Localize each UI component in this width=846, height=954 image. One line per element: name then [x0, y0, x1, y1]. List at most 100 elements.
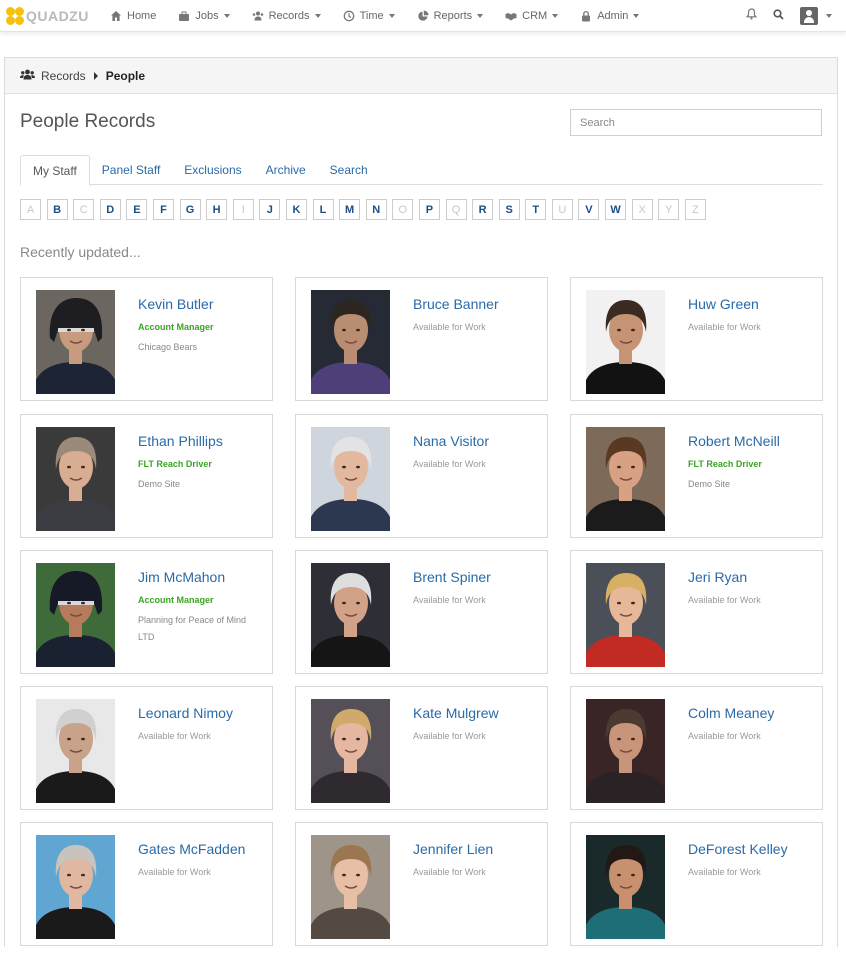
letter-filter-d[interactable]: D	[99, 199, 121, 220]
nav-item-admin[interactable]: Admin	[580, 10, 640, 22]
person-card[interactable]: Kate Mulgrew Available for Work	[295, 686, 548, 810]
nav-item-label: Jobs	[195, 10, 219, 22]
nav-item-label: Reports	[433, 10, 473, 22]
user-avatar-icon	[800, 7, 818, 25]
letter-filter-l[interactable]: L	[312, 199, 334, 220]
person-name-link[interactable]: Kevin Butler	[138, 296, 213, 312]
breadcrumb-records-link[interactable]: Records	[41, 69, 86, 83]
person-card[interactable]: Jeri Ryan Available for Work	[570, 550, 823, 674]
person-card[interactable]: Jennifer Lien Available for Work	[295, 822, 548, 946]
person-photo[interactable]	[36, 835, 115, 939]
nav-item-reports[interactable]: Reports	[417, 10, 484, 22]
person-organisation: Demo Site	[138, 479, 181, 489]
person-card[interactable]: Robert McNeill FLT Reach Driver Demo Site	[570, 414, 823, 538]
tab-search[interactable]: Search	[318, 155, 380, 185]
recently-updated-heading: Recently updated...	[20, 244, 141, 260]
letter-filter-e[interactable]: E	[126, 199, 148, 220]
nav-item-crm[interactable]: CRM	[505, 10, 559, 22]
person-photo[interactable]	[36, 427, 115, 531]
letter-filter-n[interactable]: N	[365, 199, 387, 220]
letter-filter-w[interactable]: W	[605, 199, 627, 220]
person-status: Available for Work	[688, 595, 761, 605]
alphabet-filter: ABCDEFGHIJKLMNOPQRSTUVWXYZ	[20, 199, 706, 220]
person-status: Available for Work	[413, 867, 486, 877]
person-photo[interactable]	[586, 427, 665, 531]
person-name-link[interactable]: Leonard Nimoy	[138, 705, 233, 721]
person-name-link[interactable]: Brent Spiner	[413, 569, 491, 585]
nav-item-label: Records	[268, 10, 310, 22]
letter-filter-r[interactable]: R	[472, 199, 494, 220]
person-photo[interactable]	[311, 290, 390, 394]
lock-icon	[580, 10, 592, 22]
person-card[interactable]: Ethan Phillips FLT Reach Driver Demo Site	[20, 414, 273, 538]
letter-filter-b[interactable]: B	[46, 199, 68, 220]
person-card[interactable]: Brent Spiner Available for Work	[295, 550, 548, 674]
handshake-icon	[505, 10, 517, 22]
person-name-link[interactable]: Jeri Ryan	[688, 569, 747, 585]
tab-my-staff[interactable]: My Staff	[20, 155, 90, 186]
letter-filter-p[interactable]: P	[418, 199, 440, 220]
person-card[interactable]: DeForest Kelley Available for Work	[570, 822, 823, 946]
person-card[interactable]: Huw Green Available for Work	[570, 277, 823, 401]
letter-filter-x: X	[631, 199, 653, 220]
chevron-down-icon	[826, 14, 832, 18]
person-photo[interactable]	[36, 699, 115, 803]
person-photo[interactable]	[311, 427, 390, 531]
person-name-link[interactable]: Kate Mulgrew	[413, 705, 499, 721]
person-card[interactable]: Jim McMahon Account Manager Planning for P…	[20, 550, 273, 674]
letter-filter-g[interactable]: G	[179, 199, 201, 220]
person-photo[interactable]	[586, 699, 665, 803]
person-status: Available for Work	[138, 867, 211, 877]
user-menu-button[interactable]	[800, 7, 832, 25]
person-organisation: Chicago Bears	[138, 342, 198, 352]
person-name-link[interactable]: Robert McNeill	[688, 433, 780, 449]
nav-item-jobs[interactable]: Jobs	[178, 10, 230, 22]
person-name-link[interactable]: Gates McFadden	[138, 841, 245, 857]
person-name-link[interactable]: Nana Visitor	[413, 433, 489, 449]
letter-filter-m[interactable]: M	[339, 199, 361, 220]
person-name-link[interactable]: Jennifer Lien	[413, 841, 493, 857]
notifications-bell-icon[interactable]	[745, 7, 758, 25]
person-name-link[interactable]: Huw Green	[688, 296, 759, 312]
letter-filter-j[interactable]: J	[259, 199, 281, 220]
person-photo[interactable]	[36, 563, 115, 667]
nav-item-records[interactable]: Records	[252, 10, 321, 22]
person-photo[interactable]	[311, 563, 390, 667]
person-name-link[interactable]: Colm Meaney	[688, 705, 774, 721]
nav-item-time[interactable]: Time	[343, 10, 395, 22]
nav-item-home[interactable]: Home	[110, 10, 156, 22]
letter-filter-k[interactable]: K	[285, 199, 307, 220]
letter-filter-v[interactable]: V	[578, 199, 600, 220]
search-icon[interactable]	[773, 7, 784, 25]
person-photo[interactable]	[311, 699, 390, 803]
letter-filter-t[interactable]: T	[525, 199, 547, 220]
person-card[interactable]: Colm Meaney Available for Work	[570, 686, 823, 810]
person-photo[interactable]	[586, 835, 665, 939]
person-name-link[interactable]: Bruce Banner	[413, 296, 499, 312]
person-photo[interactable]	[311, 835, 390, 939]
person-organisation: Demo Site	[688, 479, 731, 489]
person-name-link[interactable]: DeForest Kelley	[688, 841, 788, 857]
person-card[interactable]: Kevin Butler Account Manager Chicago Bears	[20, 277, 273, 401]
person-card[interactable]: Nana Visitor Available for Work	[295, 414, 548, 538]
person-status: Available for Work	[688, 731, 761, 741]
person-name-link[interactable]: Jim McMahon	[138, 569, 225, 585]
app-logo[interactable]: QUADZU	[6, 7, 89, 25]
chevron-down-icon	[633, 14, 640, 18]
letter-filter-f[interactable]: F	[152, 199, 174, 220]
person-photo[interactable]	[586, 563, 665, 667]
letter-filter-h[interactable]: H	[206, 199, 228, 220]
tab-archive[interactable]: Archive	[254, 155, 318, 185]
person-name-link[interactable]: Ethan Phillips	[138, 433, 223, 449]
person-card[interactable]: Leonard Nimoy Available for Work	[20, 686, 273, 810]
letter-filter-s[interactable]: S	[498, 199, 520, 220]
search-input[interactable]	[570, 109, 822, 136]
person-photo[interactable]	[36, 290, 115, 394]
person-card[interactable]: Bruce Banner Available for Work	[295, 277, 548, 401]
users-icon	[252, 10, 264, 22]
person-job-title: FLT Reach Driver	[138, 459, 212, 469]
tab-exclusions[interactable]: Exclusions	[172, 155, 253, 185]
person-card[interactable]: Gates McFadden Available for Work	[20, 822, 273, 946]
tab-panel-staff[interactable]: Panel Staff	[90, 155, 173, 185]
person-photo[interactable]	[586, 290, 665, 394]
